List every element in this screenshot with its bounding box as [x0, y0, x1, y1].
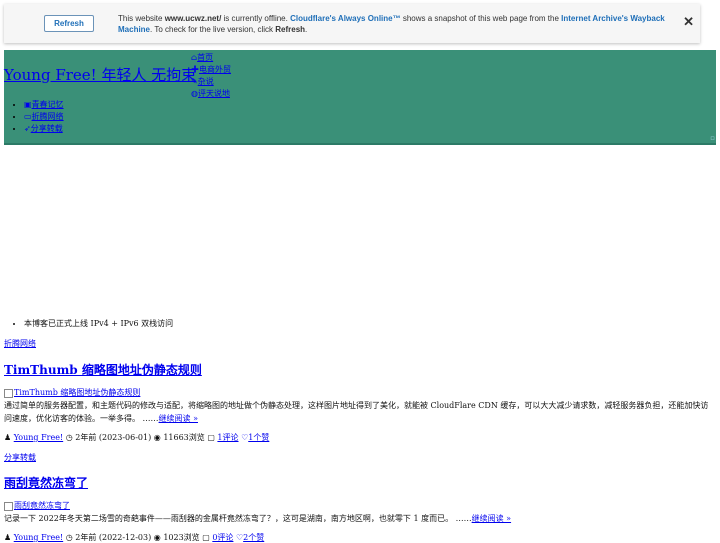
- sub-nav-item-youth[interactable]: ▣青春记忆: [24, 99, 64, 111]
- post-title-link[interactable]: TimThumb 缩略图地址伪静态规则: [4, 363, 202, 377]
- comment-icon: ▢: [202, 533, 210, 542]
- broken-image-icon: ▫: [710, 134, 715, 142]
- eye-icon: ◉: [153, 433, 161, 442]
- nav-item-home[interactable]: ⌂首页: [191, 52, 231, 64]
- comment-link[interactable]: 0评论: [212, 533, 233, 542]
- msg-text: shows a snapshot of this web page from t…: [400, 14, 562, 23]
- comment-icon: ▢: [207, 433, 215, 442]
- read-more-link[interactable]: 继续阅读 »: [472, 514, 511, 523]
- domain-text: www.ucwz.net/: [164, 14, 222, 23]
- sub-nav-link[interactable]: 青春记忆: [32, 100, 64, 109]
- nav-link[interactable]: 首页: [197, 53, 213, 62]
- msg-text: is currently offline.: [221, 14, 291, 23]
- author-link[interactable]: Young Free!: [14, 433, 63, 442]
- camera-icon: ▣: [24, 100, 32, 109]
- excerpt-text: 通过简单的服务器配置，和主题代码的修改与适配，将缩略图的地址做个伪静态处理，这样…: [4, 401, 709, 423]
- msg-text: . To check for the live version, click: [150, 25, 276, 34]
- broken-image-icon: [4, 501, 13, 511]
- author-link[interactable]: Young Free!: [14, 533, 63, 542]
- user-icon: ♟: [4, 533, 12, 542]
- msg-text: .: [305, 25, 308, 34]
- main-nav: ⌂首页 ✚电商外贸 ✎杂说 ◍评天说地: [191, 52, 231, 100]
- post-category-link[interactable]: 分享转载: [4, 452, 36, 463]
- thumbnail-alt-text: TimThumb 缩略图地址伪静态规则: [14, 388, 141, 397]
- clock-icon: ◷: [65, 533, 73, 542]
- view-count: 1023浏览: [163, 533, 200, 542]
- excerpt-text: 记录一下 2022年冬天第二场雪的奇葩事件——雨刮器的金属杆竟然冻弯了？，这可是…: [4, 514, 472, 523]
- comment-link[interactable]: 1评论: [217, 433, 238, 442]
- refresh-word: Refresh: [275, 25, 306, 34]
- offline-message: This website www.ucwz.net/ is currently …: [118, 13, 668, 35]
- post-time: 2年前 (2023-06-01): [75, 433, 152, 442]
- nav-link[interactable]: 评天说地: [198, 89, 230, 98]
- post-excerpt: 记录一下 2022年冬天第二场雪的奇葩事件——雨刮器的金属杆竟然冻弯了？，这可是…: [4, 512, 716, 525]
- always-online-banner: Refresh This website www.ucwz.net/ is cu…: [4, 4, 700, 43]
- share-icon: ➶: [24, 124, 31, 133]
- view-count: 11663浏览: [163, 433, 205, 442]
- read-more-link[interactable]: 继续阅读 »: [159, 414, 198, 423]
- nav-link[interactable]: 电商外贸: [199, 65, 231, 74]
- nav-item-talk[interactable]: ◍评天说地: [191, 88, 231, 100]
- eye-icon: ◉: [153, 533, 161, 542]
- broken-image-icon: [4, 388, 13, 398]
- post-thumbnail[interactable]: 雨刮竟然冻弯了: [4, 500, 70, 511]
- user-icon: ♟: [4, 433, 12, 442]
- sub-nav: ▣青春记忆 ▭折腾网络 ➶分享转载: [24, 99, 64, 135]
- clock-icon: ◷: [65, 433, 73, 442]
- close-icon[interactable]: ✕: [683, 14, 694, 30]
- post-category-link[interactable]: 折腾网络: [4, 338, 36, 349]
- post-title-link[interactable]: 雨刮竟然冻弯了: [4, 476, 88, 490]
- sub-nav-link[interactable]: 分享转载: [31, 124, 63, 133]
- sub-nav-item-share[interactable]: ➶分享转载: [24, 123, 64, 135]
- notice-item: 本博客已正式上线 IPv4 + IPv6 双栈访问: [24, 318, 173, 329]
- post-time: 2年前 (2022-12-03): [75, 533, 152, 542]
- like-link[interactable]: 2个赞: [243, 533, 264, 542]
- tag-icon: ✎: [191, 77, 198, 86]
- thumbnail-alt-text: 雨刮竟然冻弯了: [14, 501, 70, 510]
- post-meta: ♟ Young Free! ◷ 2年前 (2022-12-03) ◉ 1023浏…: [4, 532, 264, 543]
- like-link[interactable]: 1个赞: [248, 433, 269, 442]
- notice-list: 本博客已正式上线 IPv4 + IPv6 双栈访问: [24, 318, 173, 329]
- post-meta: ♟ Young Free! ◷ 2年前 (2023-06-01) ◉ 11663…: [4, 432, 269, 443]
- site-title-link[interactable]: Young Free! 年轻人 无拘束: [4, 64, 196, 85]
- globe-icon: ◍: [191, 89, 198, 98]
- always-online-link[interactable]: Cloudflare's Always Online™: [290, 14, 401, 23]
- shop-icon: ✚: [191, 65, 199, 74]
- nav-item-ecommerce[interactable]: ✚电商外贸: [191, 64, 231, 76]
- sub-nav-link[interactable]: 折腾网络: [32, 112, 64, 121]
- nav-link[interactable]: 杂说: [198, 77, 214, 86]
- sub-nav-item-network[interactable]: ▭折腾网络: [24, 111, 64, 123]
- site-header: Young Free! 年轻人 无拘束 ⌂首页 ✚电商外贸 ✎杂说 ◍评天说地 …: [4, 50, 716, 145]
- refresh-button[interactable]: Refresh: [44, 15, 94, 32]
- post-excerpt: 通过简单的服务器配置，和主题代码的修改与适配，将缩略图的地址做个伪静态处理，这样…: [4, 399, 716, 425]
- post-thumbnail[interactable]: TimThumb 缩略图地址伪静态规则: [4, 387, 140, 398]
- laptop-icon: ▭: [24, 112, 32, 121]
- msg-text: This website: [118, 14, 165, 23]
- nav-item-misc[interactable]: ✎杂说: [191, 76, 231, 88]
